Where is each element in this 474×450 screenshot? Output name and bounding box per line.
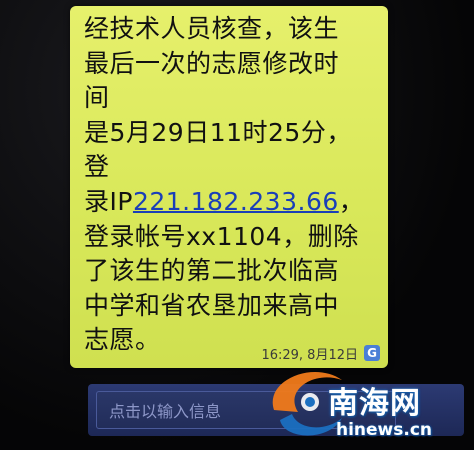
message-line: 是5月29日11时25分，: [84, 117, 352, 147]
watermark-name: 南海网: [328, 386, 421, 421]
phone-screen: 经技术人员核查，该生 最后一次的志愿修改时 间 是5月29日11时25分， 登 …: [0, 0, 474, 450]
message-line-ip: 录IP221.182.233.66，: [84, 185, 384, 220]
ip-prefix: 录IP: [84, 186, 133, 216]
watermark: 南海网 hinews.cn: [254, 350, 474, 450]
message-line: 中学和省农垦加来高中: [84, 290, 340, 320]
message-line: 间: [84, 83, 110, 113]
message-text: 经技术人员核查，该生 最后一次的志愿修改时 间 是5月29日11时25分， 登 …: [84, 12, 384, 358]
message-line: 最后一次的志愿修改时: [84, 48, 340, 78]
ip-suffix: ，: [338, 186, 365, 216]
message-line: 经技术人员核查，该生: [84, 14, 340, 43]
ip-link[interactable]: 221.182.233.66: [133, 187, 339, 216]
message-line: 登录帐号xx1104，删除: [84, 221, 359, 251]
message-line: 了该生的第二批次临高: [84, 256, 340, 286]
message-bubble[interactable]: 经技术人员核查，该生 最后一次的志愿修改时 间 是5月29日11时25分， 登 …: [70, 6, 388, 368]
message-line: 登: [84, 152, 110, 182]
watermark-domain: hinews.cn: [336, 420, 433, 440]
